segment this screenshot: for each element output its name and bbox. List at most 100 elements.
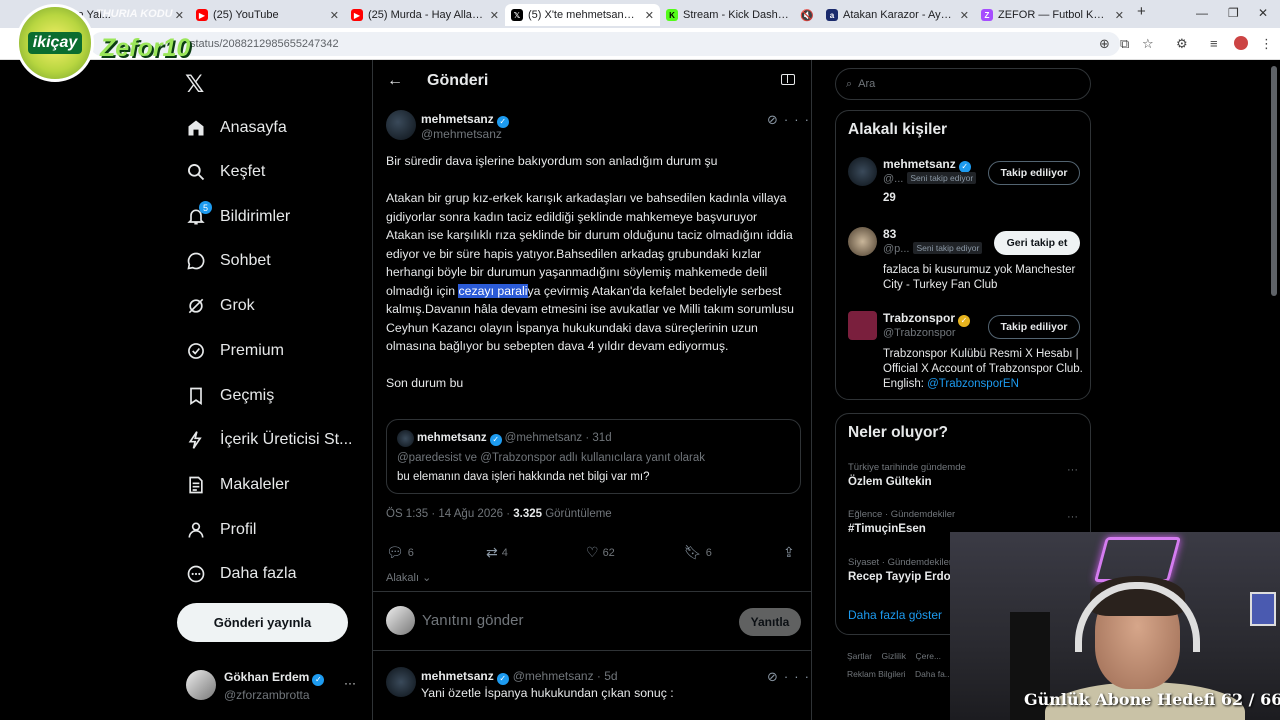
install-icon[interactable]: ⧉ xyxy=(1120,36,1129,52)
tab-search-icon[interactable]: ≡ xyxy=(1210,36,1218,51)
minimize-button[interactable]: — xyxy=(1196,6,1208,20)
footer-link[interactable]: Gizlilik xyxy=(882,651,907,661)
trend-category: Eğlence · Gündemdekiler xyxy=(848,509,956,520)
address-bar: status/2088212985655247342 ⊕ ⧉ ☆ ⚙ ≡ ⋮ xyxy=(0,28,1280,60)
browser-tab[interactable]: a Atakan Karazor - Ayrıntılı perfo ✕ xyxy=(820,4,975,26)
nav-item-grok[interactable]: Grok xyxy=(184,290,255,322)
share-action[interactable]: ⇪ xyxy=(783,544,799,561)
close-icon[interactable]: ✕ xyxy=(175,9,184,22)
nav-item-home[interactable]: Anasayfa xyxy=(184,112,287,144)
browser-tab-bar: en_Arena Yal...✕ ▶(25) YouTube✕ ▶(25) Mu… xyxy=(0,0,1280,28)
chevron-down-icon: ⌄ xyxy=(422,572,432,584)
nav-label: Keşfet xyxy=(220,163,266,180)
x-logo-icon: 𝕏 xyxy=(511,9,523,21)
post-options[interactable]: ⊘··· xyxy=(767,112,815,128)
panel-title: Alakalı kişiler xyxy=(848,121,948,138)
more-icon[interactable]: ··· xyxy=(344,676,356,690)
show-more-link[interactable]: Daha fazla göster xyxy=(848,608,942,622)
reply-button[interactable]: Yanıtla xyxy=(739,608,801,636)
profile-avatar[interactable] xyxy=(1234,36,1248,50)
footer-link[interactable]: Şartlar xyxy=(847,651,872,661)
related-dropdown[interactable]: Alakalı ⌄ xyxy=(386,571,431,584)
new-tab-button[interactable]: + xyxy=(1137,3,1146,20)
close-icon[interactable]: ✕ xyxy=(1115,9,1124,22)
nav-item-chat[interactable]: Sohbet xyxy=(184,245,271,277)
post-button[interactable]: Gönderi yayınla xyxy=(177,603,348,642)
nav-item-profile[interactable]: Profil xyxy=(184,514,256,546)
close-icon[interactable]: ✕ xyxy=(490,9,499,22)
trend-item[interactable]: Türkiye tarihinde gündemde Özlem Gülteki… xyxy=(848,462,1078,488)
overlay-top-text: THURIA KODU xyxy=(96,8,173,20)
nav-label: İçerik Üreticisi St... xyxy=(220,431,353,448)
more-icon[interactable]: ··· xyxy=(1067,511,1078,523)
account-switcher[interactable]: Gökhan Erdem ✓ @zforzambrotta ··· xyxy=(186,668,366,708)
reply-author[interactable]: mehmetsanz ✓ @mehmetsanz · 5d xyxy=(421,669,618,685)
x-logo-icon[interactable]: 𝕏 xyxy=(185,70,204,99)
nav-item-articles[interactable]: Makaleler xyxy=(184,469,289,501)
more-icon[interactable]: ··· xyxy=(1067,464,1078,476)
close-icon[interactable]: ✕ xyxy=(960,9,969,22)
repost-action[interactable]: ⇄ 4 xyxy=(486,544,508,561)
more-icon[interactable]: ··· xyxy=(784,112,815,127)
author-name[interactable]: mehmetsanz ✓ xyxy=(421,112,509,128)
following-button[interactable]: Takip ediliyor xyxy=(988,315,1080,339)
footer-link[interactable]: Çere... xyxy=(916,651,942,661)
browser-tab[interactable]: ▶ (25) Murda - Hay Allah (Prod. V ✕ xyxy=(345,4,505,26)
channel-logo: ikiçay xyxy=(16,4,94,82)
following-button[interactable]: Takip ediliyor xyxy=(988,161,1080,185)
mute-icon[interactable]: 🔇 xyxy=(800,9,814,22)
reply-action[interactable]: 💬︎ 6 xyxy=(386,544,414,561)
bio-link[interactable]: @TrabzonsporEN xyxy=(927,378,1019,390)
scrollbar[interactable] xyxy=(1271,66,1277,296)
quoted-text: bu elemanın dava işleri hakkında net bil… xyxy=(397,471,650,483)
youtube-icon: ▶ xyxy=(196,9,208,21)
search-icon: ⌕ xyxy=(846,77,853,90)
nav-item-explore[interactable]: Keşfet xyxy=(184,156,265,188)
author-handle[interactable]: @mehmetsanz xyxy=(421,127,502,141)
reader-mode-icon[interactable] xyxy=(781,74,795,85)
view-count: 3.325 xyxy=(513,508,543,520)
like-action[interactable]: ♡ 62 xyxy=(586,544,615,561)
more-icon[interactable]: ··· xyxy=(784,669,815,684)
reply-author-avatar[interactable] xyxy=(386,667,416,697)
grok-icon[interactable]: ⊘ xyxy=(767,112,784,127)
quoted-post[interactable]: mehmetsanz ✓ @mehmetsanz · 31d @paredesist… xyxy=(386,419,801,494)
share-icon: ⇪ xyxy=(783,544,795,560)
post-options[interactable]: ⊘··· xyxy=(767,669,815,685)
extensions-icon[interactable]: ⚙ xyxy=(1176,36,1188,52)
post-meta: ÖS 1:35 · 14 Ağu 2026 · 3.325 Görüntülem… xyxy=(386,508,612,520)
post-actions: 💬︎ 6 ⇄ 4 ♡ 62 🔖︎ 6 ⇪ xyxy=(386,544,801,562)
zoom-icon[interactable]: ⊕ xyxy=(1099,36,1110,52)
window-close-button[interactable]: ✕ xyxy=(1258,6,1268,20)
premium-icon xyxy=(184,339,208,363)
follow-back-button[interactable]: Geri takip et xyxy=(994,231,1080,255)
footer-link[interactable]: Reklam Bilgileri xyxy=(847,669,906,679)
nav-item-more[interactable]: Daha fazla xyxy=(184,558,297,590)
tab-label: (5) X'te mehmetsanz: "Bir süred xyxy=(528,9,639,21)
article-icon xyxy=(184,473,208,497)
nav-item-bookmarks[interactable]: Geçmiş xyxy=(184,380,274,412)
browser-tab-active[interactable]: 𝕏 (5) X'te mehmetsanz: "Bir süred ✕ xyxy=(505,4,660,26)
chat-icon xyxy=(184,249,208,273)
back-arrow-icon[interactable]: ← xyxy=(387,72,403,90)
maximize-button[interactable]: ❐ xyxy=(1228,6,1239,20)
author-avatar[interactable] xyxy=(386,110,416,140)
search-input[interactable]: ⌕ Ara xyxy=(835,68,1091,100)
nav-item-creator-studio[interactable]: İçerik Üreticisi St... xyxy=(184,424,352,456)
bookmark-action[interactable]: 🔖︎ 6 xyxy=(684,544,712,561)
menu-icon[interactable]: ⋮ xyxy=(1260,36,1273,52)
jersey-poster xyxy=(1250,592,1276,626)
browser-tab[interactable]: K Stream - Kick Dashboard 🔇 xyxy=(660,4,820,26)
tab-label: ZEFOR — Futbol Kadro Planlam xyxy=(998,9,1109,21)
url-field[interactable]: status/2088212985655247342 xyxy=(90,32,1120,56)
nav-item-notifications[interactable]: 5 Bildirimler xyxy=(184,201,290,233)
grok-icon[interactable]: ⊘ xyxy=(767,669,784,684)
nav-item-premium[interactable]: Premium xyxy=(184,335,284,367)
star-icon[interactable]: ☆ xyxy=(1142,36,1154,52)
close-icon[interactable]: ✕ xyxy=(330,9,339,22)
browser-tab[interactable]: ▶ (25) YouTube ✕ xyxy=(190,4,345,26)
close-icon[interactable]: ✕ xyxy=(645,9,654,22)
footer-link[interactable]: Daha fa... xyxy=(915,669,952,679)
browser-tab[interactable]: Z ZEFOR — Futbol Kadro Planlam ✕ xyxy=(975,4,1130,26)
reply-input[interactable]: Yanıtını gönder xyxy=(422,612,523,629)
